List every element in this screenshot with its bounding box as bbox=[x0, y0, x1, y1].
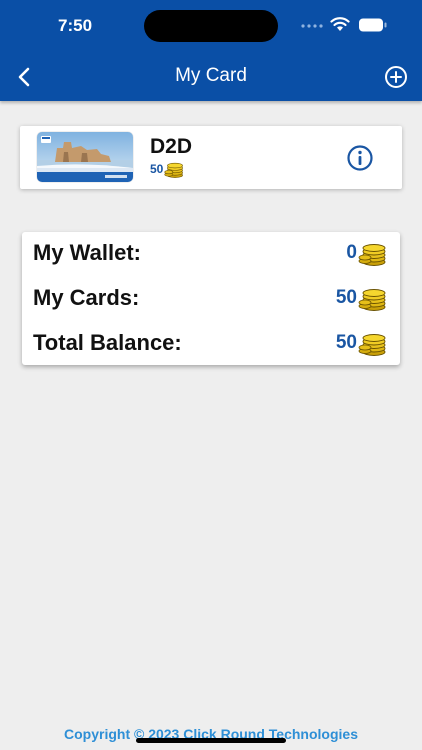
wallet-value-wrap: 0 bbox=[346, 240, 390, 266]
cards-value: 50 bbox=[335, 287, 357, 308]
wallet-label: My Wallet: bbox=[33, 240, 141, 265]
total-label: Total Balance: bbox=[33, 330, 182, 355]
card-image bbox=[37, 132, 133, 182]
page-title: My Card bbox=[175, 65, 247, 86]
wallet-row: My Wallet: 0 bbox=[22, 236, 400, 272]
home-indicator bbox=[136, 738, 286, 743]
cards-value-wrap: 50 bbox=[336, 285, 390, 311]
info-icon bbox=[347, 145, 373, 171]
cards-row: My Cards: 50 bbox=[22, 281, 400, 317]
card-info-button[interactable] bbox=[346, 144, 374, 172]
balance-summary: My Wallet: 0 My Cards: 50 Total Balance:… bbox=[22, 232, 400, 365]
app-header: 7:50 My Card bbox=[0, 0, 422, 101]
total-value-wrap: 50 bbox=[336, 330, 390, 356]
camera-notch bbox=[144, 10, 278, 42]
coins-icon bbox=[358, 244, 386, 266]
card-name: D2D bbox=[150, 135, 193, 158]
card-balance-row: 50 bbox=[150, 160, 186, 178]
plus-circle-icon bbox=[385, 66, 407, 88]
card-balance: 50 bbox=[150, 162, 164, 176]
coins-icon bbox=[358, 289, 386, 311]
cellular-signal-icon bbox=[301, 24, 323, 28]
wifi-icon bbox=[330, 17, 350, 31]
wallet-value: 0 bbox=[346, 242, 357, 263]
total-row: Total Balance: 50 bbox=[22, 326, 400, 362]
status-time: 7:50 bbox=[58, 16, 93, 35]
total-value: 50 bbox=[335, 332, 357, 353]
card-list-item[interactable]: D2D 50 bbox=[20, 126, 402, 189]
coins-icon bbox=[358, 334, 386, 356]
add-card-button[interactable] bbox=[383, 64, 409, 90]
battery-icon bbox=[359, 18, 387, 32]
cards-label: My Cards: bbox=[33, 285, 140, 310]
coins-icon bbox=[164, 162, 184, 178]
